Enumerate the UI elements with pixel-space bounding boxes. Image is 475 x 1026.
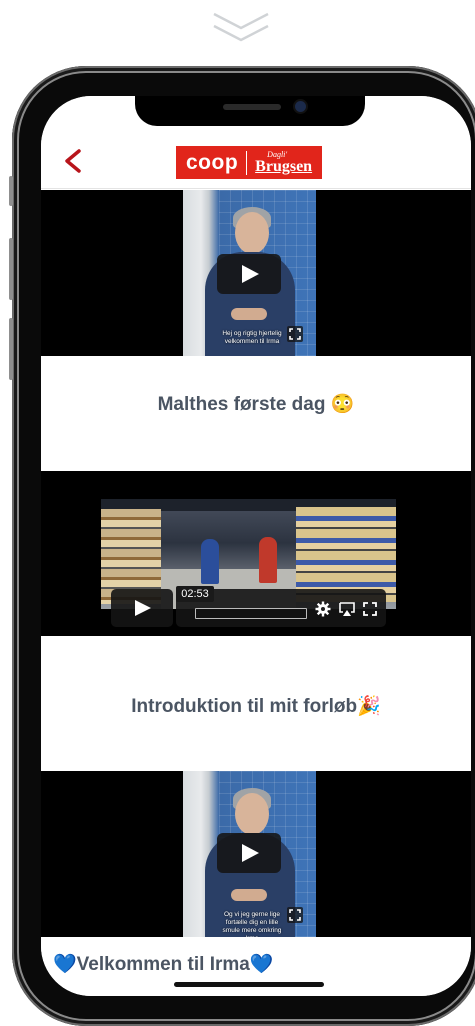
thumbnail-person-hands [231,889,267,901]
play-button[interactable] [111,589,173,627]
video-caption-intro: Introduktion til mit forløb🎉 [41,694,471,718]
play-button[interactable] [217,833,281,873]
scroll-down-chevron-icon[interactable] [212,8,270,48]
speaker-grille [223,104,281,110]
logo-coop: coop [186,150,239,174]
home-indicator[interactable] [174,982,324,987]
fullscreen-icon[interactable] [287,907,303,923]
airplay-icon[interactable] [339,601,355,617]
volume-up-button [9,238,13,300]
thumbnail-person-head [235,793,269,835]
logo-brugsen-block: Dagli' Brugsen [255,150,313,175]
settings-gear-icon[interactable] [315,601,331,617]
video-subtitle: Og vi jeg gerne lige fortælle dig en lil… [222,911,282,937]
coop-dagli-brugsen-logo: coop Dagli' Brugsen [176,146,322,179]
phone-notch [135,96,365,126]
video-player-welcome[interactable]: Hej og rigtig hjertelig velkommen til Ir… [41,190,471,356]
volume-down-button [9,318,13,380]
fullscreen-icon[interactable] [362,601,378,617]
store-shopper [259,537,277,583]
app-screen: coop Dagli' Brugsen Hej og rigtig hjerte… [41,96,471,996]
thumbnail-person-hands [231,308,267,320]
video-caption-malthe: Malthes første dag 😳 [41,392,471,416]
fullscreen-icon[interactable] [287,326,303,342]
back-arrow-icon[interactable] [61,148,83,174]
mute-switch [9,176,13,206]
store-shelf-right [296,507,396,602]
progress-bar[interactable] [195,608,307,619]
logo-divider [246,150,248,175]
front-camera [295,101,306,112]
video-subtitle: Hej og rigtig hjertelig velkommen til Ir… [222,330,282,346]
play-button[interactable] [217,254,281,294]
welcome-heading: 💙Velkommen til Irma💙 [53,954,274,975]
logo-brugsen: Brugsen [255,157,313,175]
video-player-intro[interactable]: Og vi jeg gerne lige fortælle dig en lil… [41,771,471,937]
video-duration: 02:53 [176,586,214,602]
video-player-malthe[interactable]: 02:53 [41,471,471,636]
thumbnail-person-head [235,212,269,254]
store-shopper [201,539,219,584]
